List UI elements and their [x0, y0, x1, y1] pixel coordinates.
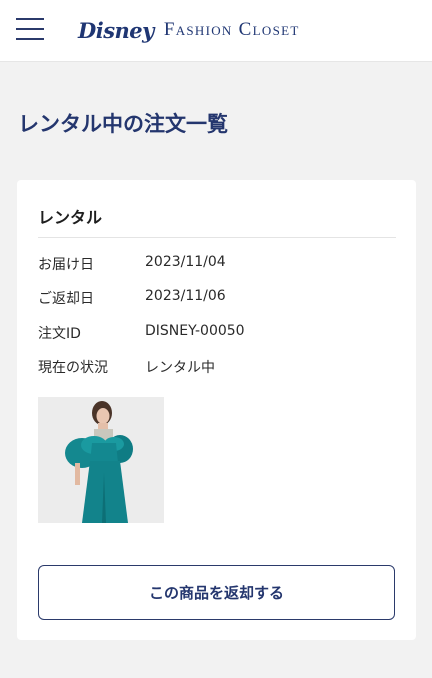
delivery-date-label: お届け日: [38, 257, 94, 273]
return-date-label: ご返却日: [38, 291, 94, 307]
page-title: レンタル中の注文一覧: [18, 112, 228, 136]
site-logo[interactable]: Disney Fashion Closet: [78, 12, 300, 48]
delivery-date-row: お届け日 2023/11/04: [38, 254, 396, 276]
return-item-button[interactable]: この商品を返却する: [38, 565, 395, 620]
return-date-value: 2023/11/06: [145, 288, 226, 304]
order-id-value: DISNEY-00050: [145, 323, 245, 339]
header: Disney Fashion Closet: [0, 0, 432, 62]
order-id-label: 注文ID: [38, 326, 81, 342]
hamburger-menu-icon[interactable]: [16, 18, 44, 40]
divider: [38, 237, 396, 238]
return-date-row: ご返却日 2023/11/06: [38, 288, 396, 310]
delivery-date-value: 2023/11/04: [145, 254, 226, 270]
logo-brand-text: Disney: [78, 17, 154, 43]
product-image[interactable]: [38, 397, 164, 523]
status-row: 現在の状況 レンタル中: [38, 357, 396, 379]
status-label: 現在の状況: [38, 360, 108, 376]
status-value: レンタル中: [145, 360, 215, 376]
logo-name-text: Fashion Closet: [163, 19, 300, 40]
order-id-row: 注文ID DISNEY-00050: [38, 323, 396, 345]
order-section-title: レンタル: [38, 208, 103, 227]
order-card: レンタル お届け日 2023/11/04 ご返却日 2023/11/06 注文I…: [17, 180, 416, 640]
